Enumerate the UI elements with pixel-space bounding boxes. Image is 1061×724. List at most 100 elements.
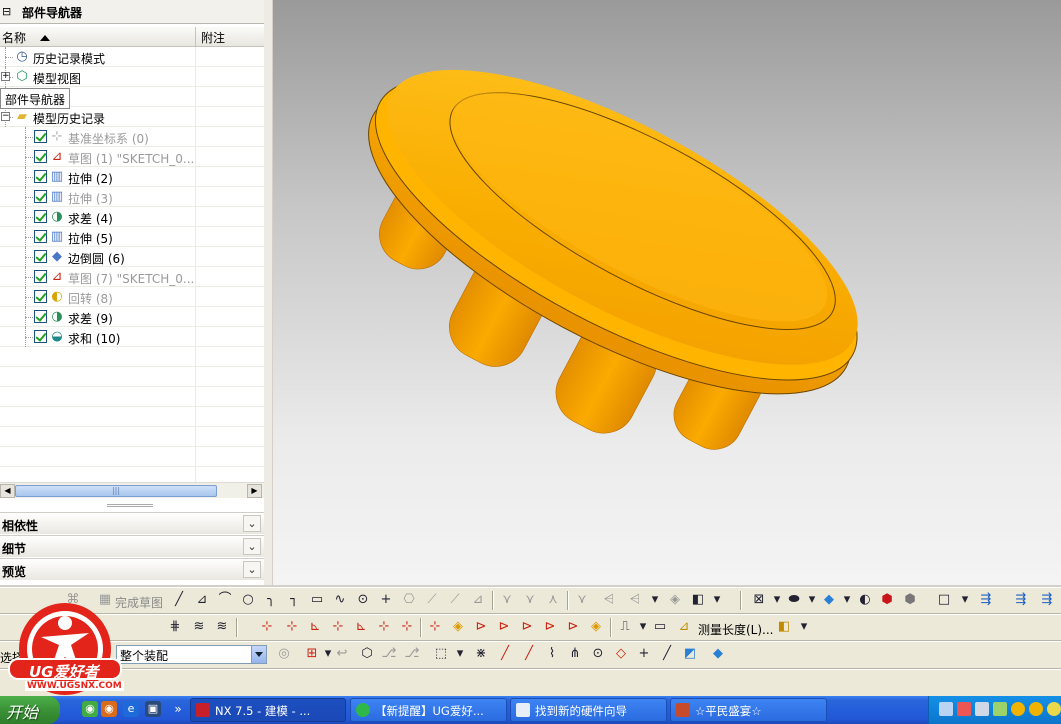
task-hardware-wizard[interactable]: 找到新的硬件向导	[510, 698, 667, 722]
fillet-icon[interactable]: ╮	[262, 591, 280, 609]
snap-existing-point-icon[interactable]: +	[635, 645, 653, 663]
tree-row[interactable]: ◒ 求和 (10)	[0, 327, 264, 347]
splitter-handle[interactable]	[0, 500, 264, 510]
point-on-face-icon[interactable]: ⊳	[518, 618, 536, 636]
tree-row[interactable]: ◐ 回转 (8)	[0, 287, 264, 307]
update-model-icon[interactable]: ◧	[689, 591, 707, 609]
wcs-icon[interactable]: ⇶	[977, 591, 995, 609]
show-desktop-icon[interactable]: ◉	[82, 701, 98, 717]
tree-row[interactable]: ⊿ 草图 (7) "SKETCH_0...	[0, 267, 264, 287]
visibility-checkbox[interactable]	[34, 270, 47, 283]
visibility-checkbox[interactable]	[34, 150, 47, 163]
trim-icon[interactable]: ⟋	[423, 591, 441, 609]
chevron-down-icon[interactable]: ⌄	[243, 561, 261, 578]
chamfer-icon[interactable]: ┐	[285, 591, 303, 609]
snap-intersection-icon[interactable]: ⊹	[329, 618, 347, 636]
qq-icon[interactable]	[1011, 702, 1025, 716]
start-button[interactable]: 开始	[0, 696, 60, 724]
measure-length-button[interactable]: 测量长度(L)...	[698, 621, 774, 638]
snap-midpoint-icon[interactable]: ╱	[520, 645, 538, 663]
snap-center-icon[interactable]: ⊾	[352, 618, 370, 636]
snap-midpoint-icon[interactable]: ⊹	[283, 618, 301, 636]
chevron-down-icon[interactable]: ▾	[451, 645, 469, 663]
snap-on-curve-icon[interactable]: ╱	[658, 645, 676, 663]
offset-curve-icon[interactable]: ⎔	[400, 591, 418, 609]
visibility-checkbox[interactable]	[34, 210, 47, 223]
select-body-icon[interactable]: ⬡	[358, 645, 376, 663]
task-ug-forum[interactable]: 【新提醒】UG爱好...	[350, 698, 507, 722]
chevron-down-icon[interactable]: ▾	[803, 591, 821, 609]
graphics-viewport[interactable]	[273, 0, 1061, 585]
point-icon[interactable]: +	[377, 591, 395, 609]
pin-icon[interactable]: ⊟	[2, 5, 11, 18]
more-icon[interactable]: ⇶	[1038, 591, 1056, 609]
chevron-down-icon[interactable]: ▾	[646, 591, 664, 609]
scroll-left-icon[interactable]: ◀	[0, 484, 15, 498]
rectangle-icon[interactable]: ▭	[308, 591, 326, 609]
visibility-checkbox[interactable]	[34, 290, 47, 303]
equal-length-icon[interactable]: ⊳	[541, 618, 559, 636]
fixed-icon[interactable]: ⊳	[564, 618, 582, 636]
tree-row[interactable]: − ▰ 模型历史记录	[0, 107, 264, 127]
panel-dependencies[interactable]: 相依性 ⌄	[0, 512, 264, 534]
chevron-down-icon[interactable]: ▾	[634, 618, 652, 636]
tree-row[interactable]: ◑ 求差 (9)	[0, 307, 264, 327]
panel-preview[interactable]: 预览 ⌄	[0, 558, 264, 580]
tree-row[interactable]: ◆ 边倒圆 (6)	[0, 247, 264, 267]
chevron-down-icon[interactable]	[251, 646, 266, 663]
qq-icon[interactable]	[1029, 702, 1043, 716]
concentric-icon[interactable]: ◈	[449, 618, 467, 636]
scroll-thumb[interactable]: |||	[15, 485, 217, 497]
reattach-icon[interactable]: ◈	[666, 591, 684, 609]
plus-icon[interactable]	[1047, 702, 1061, 716]
visibility-checkbox[interactable]	[34, 330, 47, 343]
snap-enable-icon[interactable]: ⋇	[472, 645, 490, 663]
pattern-icon[interactable]: ≋	[213, 618, 231, 636]
select-face-icon[interactable]: ⎇	[403, 645, 421, 663]
background-icon[interactable]: □	[935, 591, 953, 609]
line-icon[interactable]: ╱	[170, 591, 188, 609]
geometric-constraint-icon[interactable]: ⋎	[521, 591, 539, 609]
show-constraints-icon[interactable]: ⋏	[544, 591, 562, 609]
tree-row[interactable]: ▥ 拉伸 (5)	[0, 227, 264, 247]
measure-length-icon[interactable]: ⊿	[675, 618, 693, 636]
window-switch-icon[interactable]: ▣	[145, 701, 161, 717]
snap-quadrant-icon[interactable]: ◇	[612, 645, 630, 663]
tangent-icon[interactable]: ⊳	[472, 618, 490, 636]
profile-icon[interactable]: ⊿	[193, 591, 211, 609]
snap-bounded-icon[interactable]: ◆	[709, 645, 727, 663]
measure-distance-icon[interactable]: ⎍	[616, 618, 634, 636]
network-icon[interactable]	[939, 702, 953, 716]
chevron-down-icon[interactable]: ⌄	[243, 515, 261, 532]
visibility-checkbox[interactable]	[34, 170, 47, 183]
selection-priority-icon[interactable]: ◎	[275, 645, 293, 663]
snap-on-face-icon[interactable]: ◩	[681, 645, 699, 663]
extend-icon[interactable]: ⟋	[446, 591, 464, 609]
circle-icon[interactable]: ○	[239, 591, 257, 609]
part-model[interactable]	[273, 0, 1061, 585]
snap-control-icon[interactable]: ⊾	[306, 618, 324, 636]
analysis-icon[interactable]: ◧	[775, 618, 793, 636]
ellipse-icon[interactable]: ⊙	[354, 591, 372, 609]
chevron-down-icon[interactable]: ▾	[708, 591, 726, 609]
offset-icon[interactable]: ≋	[190, 618, 208, 636]
tree-row[interactable]: ◑ 求差 (4)	[0, 207, 264, 227]
chevron-right-icon[interactable]: »	[170, 701, 186, 717]
snap-control-point-icon[interactable]: ⌇	[543, 645, 561, 663]
task-nx[interactable]: NX 7.5 - 建模 - ...	[190, 698, 346, 722]
tree-row[interactable]: ⊹ 基准坐标系 (0)	[0, 127, 264, 147]
fit-view-icon[interactable]: ⊠	[750, 591, 768, 609]
chevron-down-icon[interactable]: ⌄	[243, 538, 261, 555]
tree-row[interactable]: ⊿ 草图 (1) "SKETCH_0...	[0, 147, 264, 167]
shaded-icon[interactable]: ⬢	[878, 591, 896, 609]
snap-intersection-icon[interactable]: ⋔	[566, 645, 584, 663]
chevron-down-icon[interactable]: ▾	[956, 591, 974, 609]
arc-icon[interactable]: ⌒	[216, 591, 234, 609]
wireframe-icon[interactable]: ⬢	[901, 591, 919, 609]
snap-point-icon[interactable]: ⊹	[398, 618, 416, 636]
csys-icon[interactable]: ⇶	[1012, 591, 1030, 609]
orient-view-icon[interactable]: ⬬	[785, 591, 803, 609]
auto-dimension-icon[interactable]: ⋎	[573, 591, 591, 609]
ruler-icon[interactable]: ▭	[651, 618, 669, 636]
task-chat[interactable]: ☆平民盛宴☆	[670, 698, 827, 722]
